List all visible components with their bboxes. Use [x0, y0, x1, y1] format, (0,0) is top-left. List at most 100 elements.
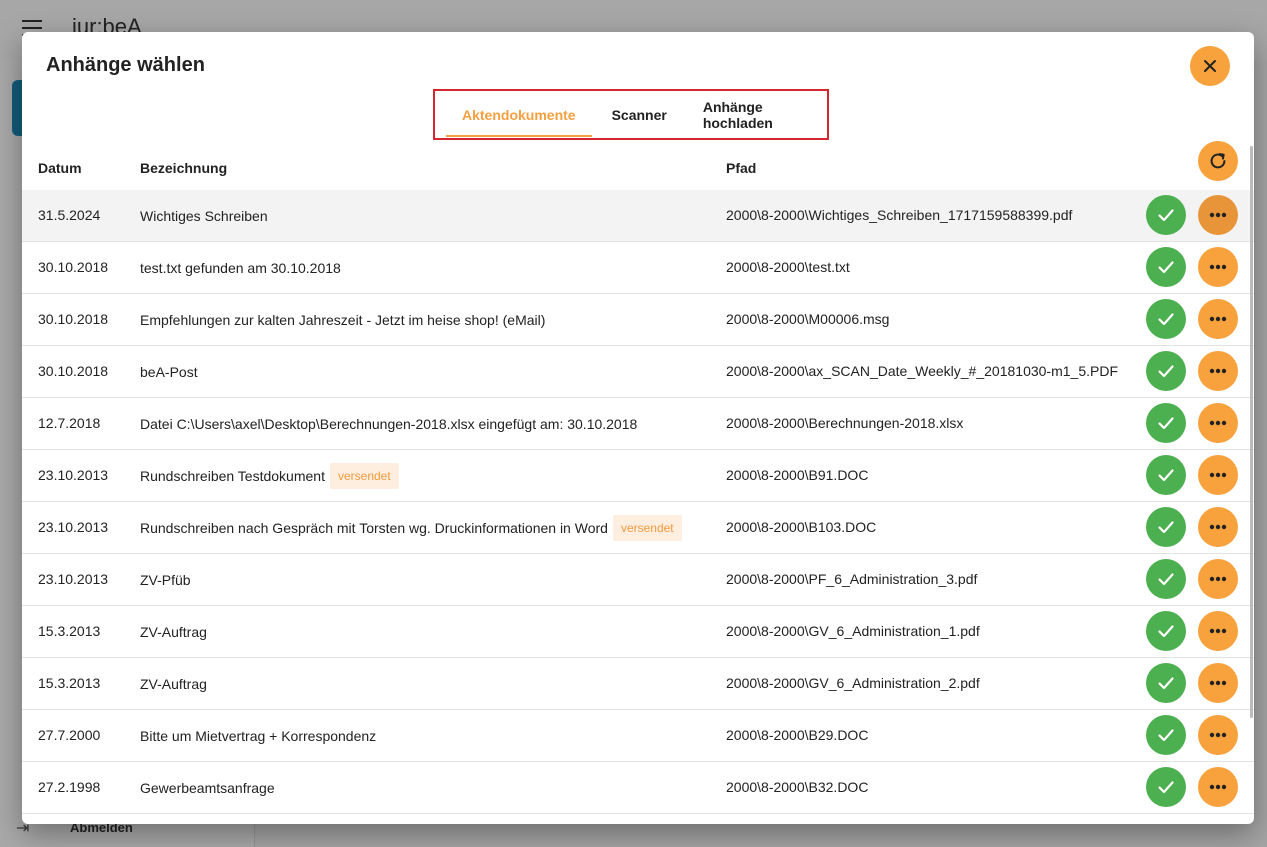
row-path: 2000\8-2000\Berechnungen-2018.xlsx: [726, 415, 964, 431]
more-horiz-icon: [1209, 524, 1227, 530]
row-name-cell: Rundschreiben nach Gespräch mit Torsten …: [140, 515, 682, 541]
table-row[interactable]: 27.2.1998 Gewerbeamtsanfrage 2000\8-2000…: [22, 762, 1254, 814]
select-button[interactable]: [1146, 299, 1186, 339]
row-name-cell: ZV-Pfüb: [140, 567, 191, 593]
more-options-button[interactable]: [1198, 351, 1238, 391]
more-options-button[interactable]: [1198, 299, 1238, 339]
tab-scanner[interactable]: Scanner: [596, 93, 683, 137]
row-name: ZV-Auftrag: [140, 676, 207, 692]
select-button[interactable]: [1146, 195, 1186, 235]
row-name: Empfehlungen zur kalten Jahreszeit - Jet…: [140, 312, 546, 328]
table-row[interactable]: 12.7.2018 Datei C:\Users\axel\Desktop\Be…: [22, 398, 1254, 450]
scrollbar[interactable]: [1250, 146, 1253, 718]
row-name-cell: Gewerbeamtsanfrage: [140, 775, 275, 801]
status-badge: versendet: [612, 515, 682, 541]
more-horiz-icon: [1209, 680, 1227, 686]
row-date: 15.3.2013: [38, 623, 101, 639]
select-button[interactable]: [1146, 611, 1186, 651]
table-row[interactable]: 15.3.2013 ZV-Auftrag 2000\8-2000\GV_6_Ad…: [22, 606, 1254, 658]
more-options-button[interactable]: [1198, 663, 1238, 703]
attachment-dialog: Anhänge wählen Aktendokumente Scanner An…: [22, 32, 1254, 824]
row-date: 31.5.2024: [38, 207, 101, 223]
row-name: test.txt gefunden am 30.10.2018: [140, 260, 341, 276]
more-horiz-icon: [1209, 212, 1227, 218]
refresh-button[interactable]: [1198, 141, 1238, 181]
select-button[interactable]: [1146, 559, 1186, 599]
table-row[interactable]: 23.10.2013 Rundschreiben Testdokument ve…: [22, 450, 1254, 502]
check-icon: [1158, 417, 1174, 430]
check-icon: [1158, 469, 1174, 482]
table-row[interactable]: 30.10.2018 test.txt gefunden am 30.10.20…: [22, 242, 1254, 294]
check-icon: [1158, 677, 1174, 690]
row-path: 2000\8-2000\Wichtiges_Schreiben_17171595…: [726, 207, 1073, 223]
row-date: 15.3.2013: [38, 675, 101, 691]
row-name: Datei C:\Users\axel\Desktop\Berechnungen…: [140, 416, 638, 432]
check-icon: [1158, 573, 1174, 586]
check-icon: [1158, 313, 1174, 326]
row-path: 2000\8-2000\GV_6_Administration_1.pdf: [726, 623, 980, 639]
more-options-button[interactable]: [1198, 403, 1238, 443]
more-horiz-icon: [1209, 420, 1227, 426]
row-name: Gewerbeamtsanfrage: [140, 780, 275, 796]
table-row[interactable]: 23.10.2013 Rundschreiben nach Gespräch m…: [22, 502, 1254, 554]
check-icon: [1158, 781, 1174, 794]
more-options-button[interactable]: [1198, 715, 1238, 755]
select-button[interactable]: [1146, 351, 1186, 391]
more-horiz-icon: [1209, 784, 1227, 790]
select-button[interactable]: [1146, 455, 1186, 495]
column-header-date[interactable]: Datum: [38, 160, 82, 176]
row-name-cell: Bitte um Mietvertrag + Korrespondenz: [140, 723, 376, 749]
more-horiz-icon: [1209, 368, 1227, 374]
row-name: Rundschreiben Testdokument: [140, 468, 325, 484]
table-row[interactable]: 30.10.2018 Empfehlungen zur kalten Jahre…: [22, 294, 1254, 346]
table-row[interactable]: 31.5.2024 Wichtiges Schreiben 2000\8-200…: [22, 190, 1254, 242]
row-name: Rundschreiben nach Gespräch mit Torsten …: [140, 520, 608, 536]
row-name-cell: ZV-Auftrag: [140, 619, 207, 645]
more-options-button[interactable]: [1198, 767, 1238, 807]
check-icon: [1158, 521, 1174, 534]
more-options-button[interactable]: [1198, 455, 1238, 495]
column-header-name[interactable]: Bezeichnung: [140, 160, 227, 176]
row-date: 30.10.2018: [38, 259, 109, 275]
more-options-button[interactable]: [1198, 611, 1238, 651]
row-name: Bitte um Mietvertrag + Korrespondenz: [140, 728, 377, 744]
table-row[interactable]: 30.10.2018 beA-Post 2000\8-2000\ax_SCAN_…: [22, 346, 1254, 398]
select-button[interactable]: [1146, 715, 1186, 755]
tab-aktendokumente[interactable]: Aktendokumente: [446, 93, 592, 137]
more-options-button[interactable]: [1198, 559, 1238, 599]
more-options-button[interactable]: [1198, 195, 1238, 235]
column-header-path[interactable]: Pfad: [726, 160, 756, 176]
more-horiz-icon: [1209, 264, 1227, 270]
row-path: 2000\8-2000\PF_6_Administration_3.pdf: [726, 571, 978, 587]
check-icon: [1158, 365, 1174, 378]
select-button[interactable]: [1146, 767, 1186, 807]
dialog-title: Anhänge wählen: [46, 54, 205, 76]
check-icon: [1158, 209, 1174, 222]
more-options-button[interactable]: [1198, 247, 1238, 287]
select-button[interactable]: [1146, 403, 1186, 443]
row-path: 2000\8-2000\ax_SCAN_Date_Weekly_#_201810…: [726, 363, 1118, 379]
table-row[interactable]: 27.7.2000 Bitte um Mietvertrag + Korresp…: [22, 710, 1254, 762]
table-row[interactable]: 23.10.2013 ZV-Pfüb 2000\8-2000\PF_6_Admi…: [22, 554, 1254, 606]
row-date: 30.10.2018: [38, 311, 109, 327]
check-icon: [1158, 261, 1174, 274]
row-path: 2000\8-2000\B32.DOC: [726, 779, 869, 795]
table-row[interactable]: 15.3.2013 ZV-Auftrag 2000\8-2000\GV_6_Ad…: [22, 658, 1254, 710]
row-date: 27.2.1998: [38, 779, 101, 795]
status-badge: versendet: [329, 463, 399, 489]
more-options-button[interactable]: [1198, 507, 1238, 547]
check-icon: [1158, 729, 1174, 742]
row-date: 12.7.2018: [38, 415, 101, 431]
select-button[interactable]: [1146, 663, 1186, 703]
select-button[interactable]: [1146, 507, 1186, 547]
tab-bar: Aktendokumente Scanner Anhänge hochladen: [433, 89, 829, 140]
select-button[interactable]: [1146, 247, 1186, 287]
more-horiz-icon: [1209, 472, 1227, 478]
document-table-body: 31.5.2024 Wichtiges Schreiben 2000\8-200…: [22, 190, 1254, 814]
row-path: 2000\8-2000\M00006.msg: [726, 311, 890, 327]
close-button[interactable]: [1190, 46, 1230, 86]
row-date: 27.7.2000: [38, 727, 101, 743]
row-path: 2000\8-2000\test.txt: [726, 259, 850, 275]
tab-anhaenge-hochladen[interactable]: Anhänge hochladen: [687, 93, 827, 137]
more-horiz-icon: [1209, 732, 1227, 738]
